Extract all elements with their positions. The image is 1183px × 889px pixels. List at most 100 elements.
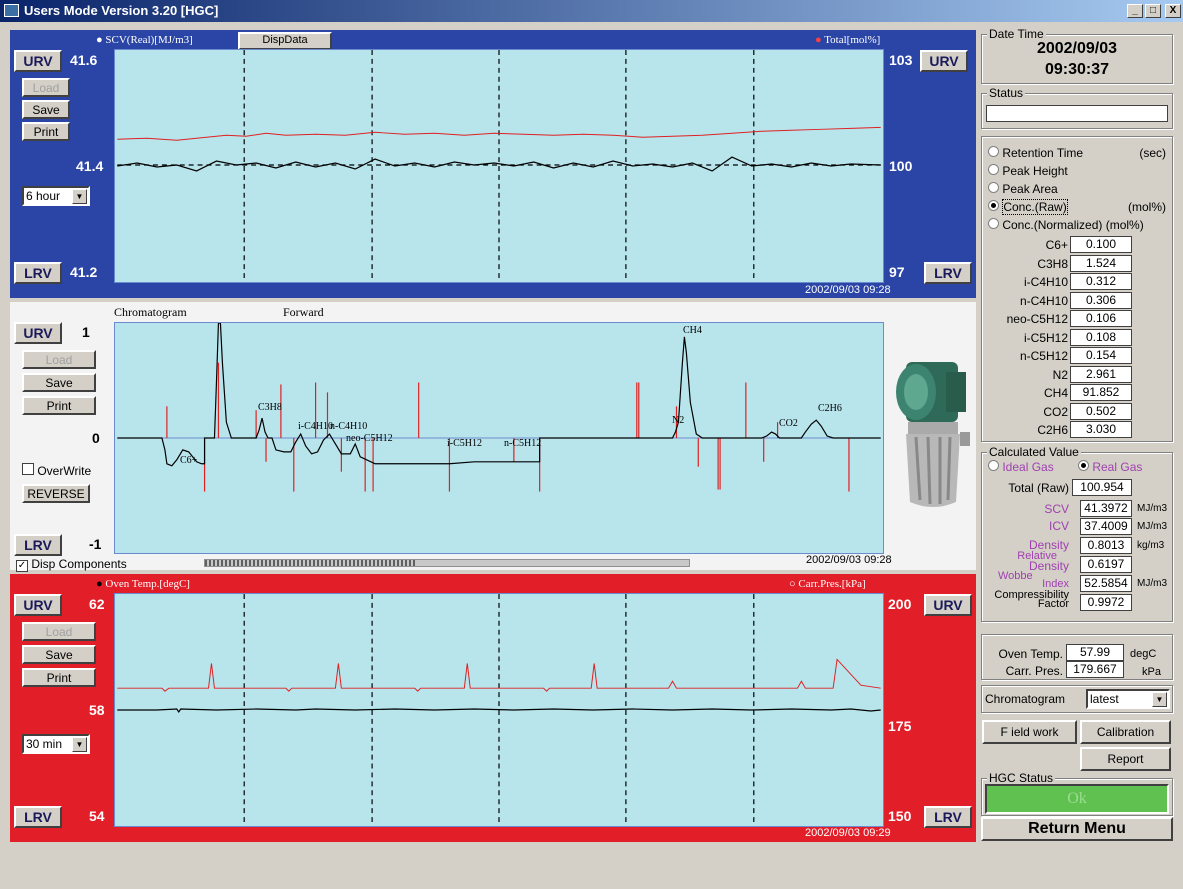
peak-label-nc4h10: n-C4H10 [330, 421, 368, 432]
chrom-select[interactable]: latest ▼ [1086, 689, 1170, 709]
component-row: C6+ 0.100 [988, 236, 1166, 255]
top-range-select[interactable]: 6 hour ▼ [22, 186, 90, 206]
peak-label-neoc5h12: neo-C5H12 [346, 433, 393, 444]
component-row: CO2 0.502 [988, 402, 1166, 422]
total-legend-label: Total[mol%] [824, 34, 881, 46]
top-left-mid: 41.4 [76, 158, 104, 174]
mode-radio-3[interactable]: Conc.(Raw) (mol%) [988, 199, 1172, 218]
radio-selected-icon [1078, 460, 1089, 471]
top-right-lrv-button[interactable]: LRV [924, 262, 972, 284]
oven-legend-label: Oven Temp.[degC] [105, 578, 190, 590]
bottom-right-legend: ○ Carr.Pres.[kPa] [789, 578, 866, 590]
bot-right-min: 150 [888, 808, 912, 824]
top-right-max: 103 [889, 52, 913, 68]
mid-urv-button[interactable]: URV [14, 322, 62, 344]
real-gas-radio[interactable]: Real Gas [1078, 460, 1142, 474]
top-urv-button[interactable]: URV [14, 50, 62, 72]
bot-right-lrv-button[interactable]: LRV [924, 806, 972, 828]
mode-radio-0[interactable]: Retention Time (sec) [988, 146, 1172, 164]
maximize-button[interactable]: □ [1145, 4, 1161, 18]
datetime-label: Date Time [987, 27, 1046, 41]
mode-radio-1[interactable]: Peak Height [988, 164, 1172, 182]
minimize-button[interactable]: _ [1127, 4, 1143, 18]
chromatogram-scrollbar[interactable] [204, 559, 690, 567]
mid-load-button[interactable]: Load [22, 350, 96, 369]
bot-lrv-button[interactable]: LRV [14, 806, 62, 828]
peak-label-ch4: CH4 [683, 325, 702, 336]
bot-load-button[interactable]: Load [22, 622, 96, 641]
real-gas-label: Real Gas [1092, 460, 1143, 474]
component-value: 0.106 [1070, 310, 1132, 327]
top-save-button[interactable]: Save [22, 100, 70, 119]
component-value: 1.524 [1070, 254, 1132, 272]
bot-print-button[interactable]: Print [22, 668, 96, 687]
scv-unit: MJ/m3 [1137, 503, 1167, 514]
total-field: 100.954 [1072, 479, 1132, 496]
check-icon: ✓ [16, 560, 28, 572]
carr-field: 179.667 [1066, 661, 1124, 678]
radio-icon [988, 146, 999, 157]
chevron-down-icon: ▼ [72, 189, 87, 204]
density-field: 0.8013 [1080, 537, 1132, 554]
date-value: 2002/09/03 [1036, 40, 1118, 57]
component-row: n-C4H10 0.306 [988, 291, 1166, 311]
peak-label-c2h6: C2H6 [818, 403, 842, 414]
fieldwork-button[interactable]: F ield work [982, 720, 1077, 744]
top-timestamp: 2002/09/03 09:28 [805, 284, 891, 296]
overwrite-checkbox[interactable]: OverWrite [22, 463, 91, 478]
ideal-gas-radio[interactable]: Ideal Gas [988, 460, 1054, 474]
chromatogram-title: Chromatogram [114, 305, 187, 319]
radio-icon [988, 200, 999, 211]
close-button[interactable]: X [1165, 4, 1181, 18]
bot-range-select[interactable]: 30 min ▼ [22, 734, 90, 754]
carr-label: Carr. Pres. [1005, 664, 1063, 678]
top-right-legend: ● Total[mol%] [815, 34, 881, 46]
component-row: C3H8 1.524 [988, 254, 1166, 274]
bot-urv-button[interactable]: URV [14, 594, 62, 616]
component-name: n-C4H10 [1019, 293, 1068, 308]
mid-print-button[interactable]: Print [22, 396, 96, 415]
wobbe-unit: MJ/m3 [1137, 578, 1167, 589]
scv-label: SCV [1044, 502, 1069, 516]
bottom-left-legend: ● Oven Temp.[degC] [96, 578, 190, 590]
return-menu-button[interactable]: Return Menu [981, 817, 1173, 841]
bot-right-urv-button[interactable]: URV [924, 594, 972, 616]
bot-range-value: 30 min [26, 737, 63, 751]
bot-right-mid: 175 [888, 718, 912, 734]
bot-save-button[interactable]: Save [22, 645, 96, 664]
status-field [986, 105, 1168, 122]
mode-radio-2[interactable]: Peak Area [988, 182, 1172, 200]
component-row: i-C4H10 0.312 [988, 273, 1166, 292]
carr-legend-label: Carr.Pres.[kPa] [798, 578, 866, 590]
component-value: 0.108 [1070, 328, 1132, 346]
component-name: n-C5H12 [1019, 349, 1068, 363]
top-right-urv-button[interactable]: URV [920, 50, 968, 72]
component-value: 91.852 [1070, 384, 1132, 401]
window-title-bar: Users Mode Version 3.20 [HGC] [0, 0, 1183, 22]
mid-max: 1 [82, 324, 90, 340]
mode-radio-4[interactable]: Conc.(Normalized) (mol%) [988, 218, 1172, 236]
disp-components-checkbox[interactable]: ✓ Disp Components [16, 557, 127, 572]
top-print-button[interactable]: Print [22, 122, 70, 141]
component-value: 0.502 [1070, 402, 1132, 420]
top-left-max: 41.6 [70, 52, 98, 68]
mode-label: Peak Height [1002, 164, 1068, 178]
chrom-select-label: Chromatogram [985, 692, 1066, 706]
overwrite-label: OverWrite [37, 464, 92, 478]
report-button[interactable]: Report [1080, 747, 1171, 771]
wobbe-field: 52.5854 [1080, 575, 1132, 592]
scrollbar-thumb[interactable] [205, 560, 415, 566]
top-load-button[interactable]: Load [22, 78, 70, 97]
component-row: neo-C5H12 0.106 [988, 310, 1166, 329]
mid-save-button[interactable]: Save [22, 373, 96, 392]
total-trend-line [117, 126, 881, 141]
mid-lrv-button[interactable]: LRV [14, 534, 62, 556]
overwrite-check-icon [22, 463, 34, 475]
hgc-status-label: HGC Status [987, 771, 1056, 785]
disp-data-button[interactable]: DispData [238, 32, 332, 50]
chromatogram-direction: Forward [283, 305, 324, 319]
top-lrv-button[interactable]: LRV [14, 262, 62, 284]
reverse-button[interactable]: REVERSE [22, 484, 90, 503]
calibration-button[interactable]: Calibration [1080, 720, 1171, 744]
icv-field: 37.4009 [1080, 518, 1132, 535]
